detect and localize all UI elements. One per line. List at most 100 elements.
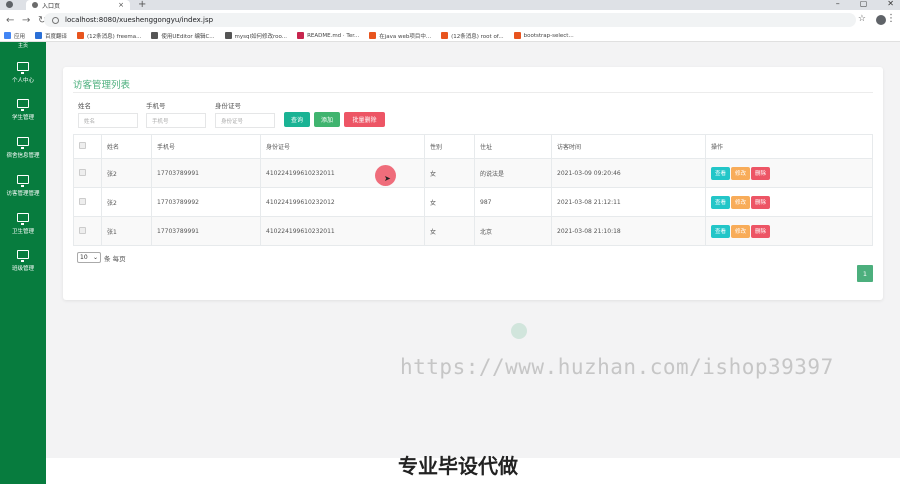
address-bar-row: ← → ↻ localhost:8080/xueshenggongyu/inde… bbox=[0, 10, 900, 30]
forward-icon[interactable]: → bbox=[22, 15, 30, 26]
maximize-icon[interactable]: ▢ bbox=[860, 0, 868, 8]
bookmark-favicon-icon bbox=[77, 32, 85, 39]
bookmarks-bar: 应用 百度翻译 (12条消息) freema... 使用UEditor 编辑C... m… bbox=[0, 30, 900, 42]
add-button[interactable]: 添加 bbox=[314, 112, 340, 127]
col-header-actions: 操作 bbox=[705, 134, 873, 159]
bookmark-item[interactable]: 在java web项目中... bbox=[369, 32, 431, 40]
cell-address: 的说法是 bbox=[474, 158, 552, 188]
col-header-id[interactable]: 身份证号 bbox=[260, 134, 425, 159]
table-row: 张1 17703789991 410224199610232011 女北京 2021-0… bbox=[73, 216, 873, 246]
tab-favicon-icon bbox=[32, 2, 38, 8]
cell-name: 张2 bbox=[101, 187, 152, 217]
col-header-address[interactable]: 住址 bbox=[474, 134, 552, 159]
bookmark-favicon-icon bbox=[513, 32, 521, 39]
edit-button[interactable]: 修改 bbox=[731, 195, 751, 209]
back-icon[interactable]: ← bbox=[6, 15, 14, 26]
batch-delete-button[interactable]: 批量删除 bbox=[344, 112, 385, 127]
sidebar-item-label: 卫生管理 bbox=[11, 229, 34, 235]
bookmark-item[interactable]: README.md · Ter... bbox=[297, 32, 359, 39]
row-checkbox[interactable] bbox=[79, 197, 86, 205]
phone-filter-label: 手机号 bbox=[146, 102, 166, 110]
cell-actions: 查看 修改 删除 bbox=[705, 187, 873, 217]
cell-address: 北京 bbox=[474, 216, 552, 246]
app-sidebar: 主页 个人中心学生管理宿舍信息管理访客管理管理卫生管理班级管理 bbox=[0, 42, 46, 484]
new-tab-icon[interactable]: + bbox=[138, 0, 146, 10]
sidebar-item[interactable]: 访客管理管理 bbox=[0, 175, 46, 197]
cell-time: 2021-03-08 21:10:18 bbox=[551, 216, 706, 246]
bookmark-item[interactable]: 百度翻译 bbox=[35, 32, 67, 40]
bookmark-favicon-icon bbox=[441, 32, 449, 39]
id-filter-input[interactable]: 身份证号 bbox=[215, 113, 275, 128]
chevron-down-icon: ⌄ bbox=[92, 254, 98, 261]
view-button[interactable]: 查看 bbox=[711, 224, 731, 238]
phone-filter-input[interactable]: 手机号 bbox=[146, 113, 206, 128]
minimize-icon[interactable]: – bbox=[836, 0, 840, 8]
sidebar-item-label: 宿舍信息管理 bbox=[6, 153, 40, 159]
cell-gender: 女 bbox=[424, 158, 475, 188]
cell-name: 张2 bbox=[101, 158, 152, 188]
delete-button[interactable]: 删除 bbox=[751, 224, 771, 238]
delete-button[interactable]: 删除 bbox=[751, 195, 771, 209]
select-all-checkbox[interactable] bbox=[79, 142, 86, 149]
cell-address: 987 bbox=[474, 187, 552, 217]
bookmark-item[interactable]: bootstrap-select... bbox=[513, 32, 574, 39]
bookmark-item[interactable]: (12条消息) freema... bbox=[77, 32, 141, 40]
bookmark-label: 使用UEditor 编辑C... bbox=[161, 33, 215, 40]
monitor-icon bbox=[17, 99, 29, 111]
visitor-list-card: 访客管理列表 姓名 姓名 手机号 手机号 身份证号 身份证号 查询 添加 批量删… bbox=[63, 67, 883, 300]
sidebar-item[interactable]: 学生管理 bbox=[0, 99, 46, 121]
browser-tab[interactable]: 入口页 × bbox=[26, 0, 130, 10]
browser-menu-icon[interactable]: ⋮ bbox=[886, 13, 896, 24]
name-filter-label: 姓名 bbox=[78, 102, 91, 110]
page-size-select[interactable]: 10 ⌄ bbox=[77, 252, 101, 263]
chrome-menu-icon[interactable] bbox=[6, 1, 13, 8]
table-row: 张2 17703789991 410224199610232011 女的说法是 2021… bbox=[73, 158, 873, 188]
page-title: 访客管理列表 bbox=[73, 80, 131, 91]
site-info-icon[interactable] bbox=[52, 16, 59, 24]
monitor-icon bbox=[17, 175, 29, 187]
page-size-value: 10 bbox=[80, 254, 88, 261]
edit-button[interactable]: 修改 bbox=[731, 166, 751, 180]
bookmark-item[interactable]: 使用UEditor 编辑C... bbox=[151, 32, 215, 40]
profile-avatar-icon[interactable] bbox=[876, 15, 886, 25]
cell-actions: 查看 修改 删除 bbox=[705, 158, 873, 188]
bookmark-star-icon[interactable]: ☆ bbox=[858, 14, 866, 24]
page-1-button[interactable]: 1 bbox=[857, 265, 873, 282]
edit-button[interactable]: 修改 bbox=[731, 224, 751, 238]
tab-close-icon[interactable]: × bbox=[118, 1, 124, 9]
bookmark-favicon-icon bbox=[224, 32, 232, 39]
row-checkbox[interactable] bbox=[79, 226, 86, 234]
query-button[interactable]: 查询 bbox=[284, 112, 310, 127]
sidebar-item-label: 班级管理 bbox=[11, 266, 34, 272]
bookmark-label: 百度翻译 bbox=[45, 33, 68, 40]
bookmark-item[interactable]: (12条消息) root of... bbox=[441, 32, 504, 40]
col-header-phone[interactable]: 手机号 bbox=[151, 134, 261, 159]
sidebar-item[interactable]: 班级管理 bbox=[0, 250, 46, 272]
delete-button[interactable]: 删除 bbox=[751, 166, 771, 180]
col-header-name[interactable]: 姓名 bbox=[101, 134, 152, 159]
bookmark-label: (12条消息) root of... bbox=[451, 33, 504, 40]
sidebar-item[interactable]: 宿舍信息管理 bbox=[0, 137, 46, 159]
cell-name: 张1 bbox=[101, 216, 152, 246]
row-select-cell bbox=[73, 216, 102, 246]
cell-actions: 查看 修改 删除 bbox=[705, 216, 873, 246]
bookmark-item[interactable]: mysql如何修改roo... bbox=[224, 32, 287, 40]
url-input[interactable]: localhost:8080/xueshenggongyu/index.jsp bbox=[44, 13, 856, 27]
tab-title: 入口页 bbox=[42, 2, 61, 10]
view-button[interactable]: 查看 bbox=[711, 166, 731, 180]
sidebar-item[interactable]: 个人中心 bbox=[0, 62, 46, 84]
cell-phone: 17703789991 bbox=[151, 158, 261, 188]
monitor-icon bbox=[17, 62, 29, 74]
sidebar-item-home-label[interactable]: 主页 bbox=[0, 42, 46, 49]
bookmark-item[interactable]: 应用 bbox=[4, 32, 25, 40]
row-checkbox[interactable] bbox=[79, 168, 86, 176]
sidebar-item[interactable]: 卫生管理 bbox=[0, 213, 46, 235]
name-filter-input[interactable]: 姓名 bbox=[78, 113, 138, 128]
view-button[interactable]: 查看 bbox=[711, 195, 731, 209]
col-header-gender[interactable]: 性别 bbox=[424, 134, 475, 159]
bookmark-favicon-icon bbox=[369, 32, 377, 39]
close-window-icon[interactable]: ✕ bbox=[887, 0, 894, 8]
bookmark-favicon-icon bbox=[297, 32, 305, 39]
mouse-cursor-icon: ➤ bbox=[384, 174, 391, 183]
col-header-time[interactable]: 访客时间 bbox=[551, 134, 706, 159]
